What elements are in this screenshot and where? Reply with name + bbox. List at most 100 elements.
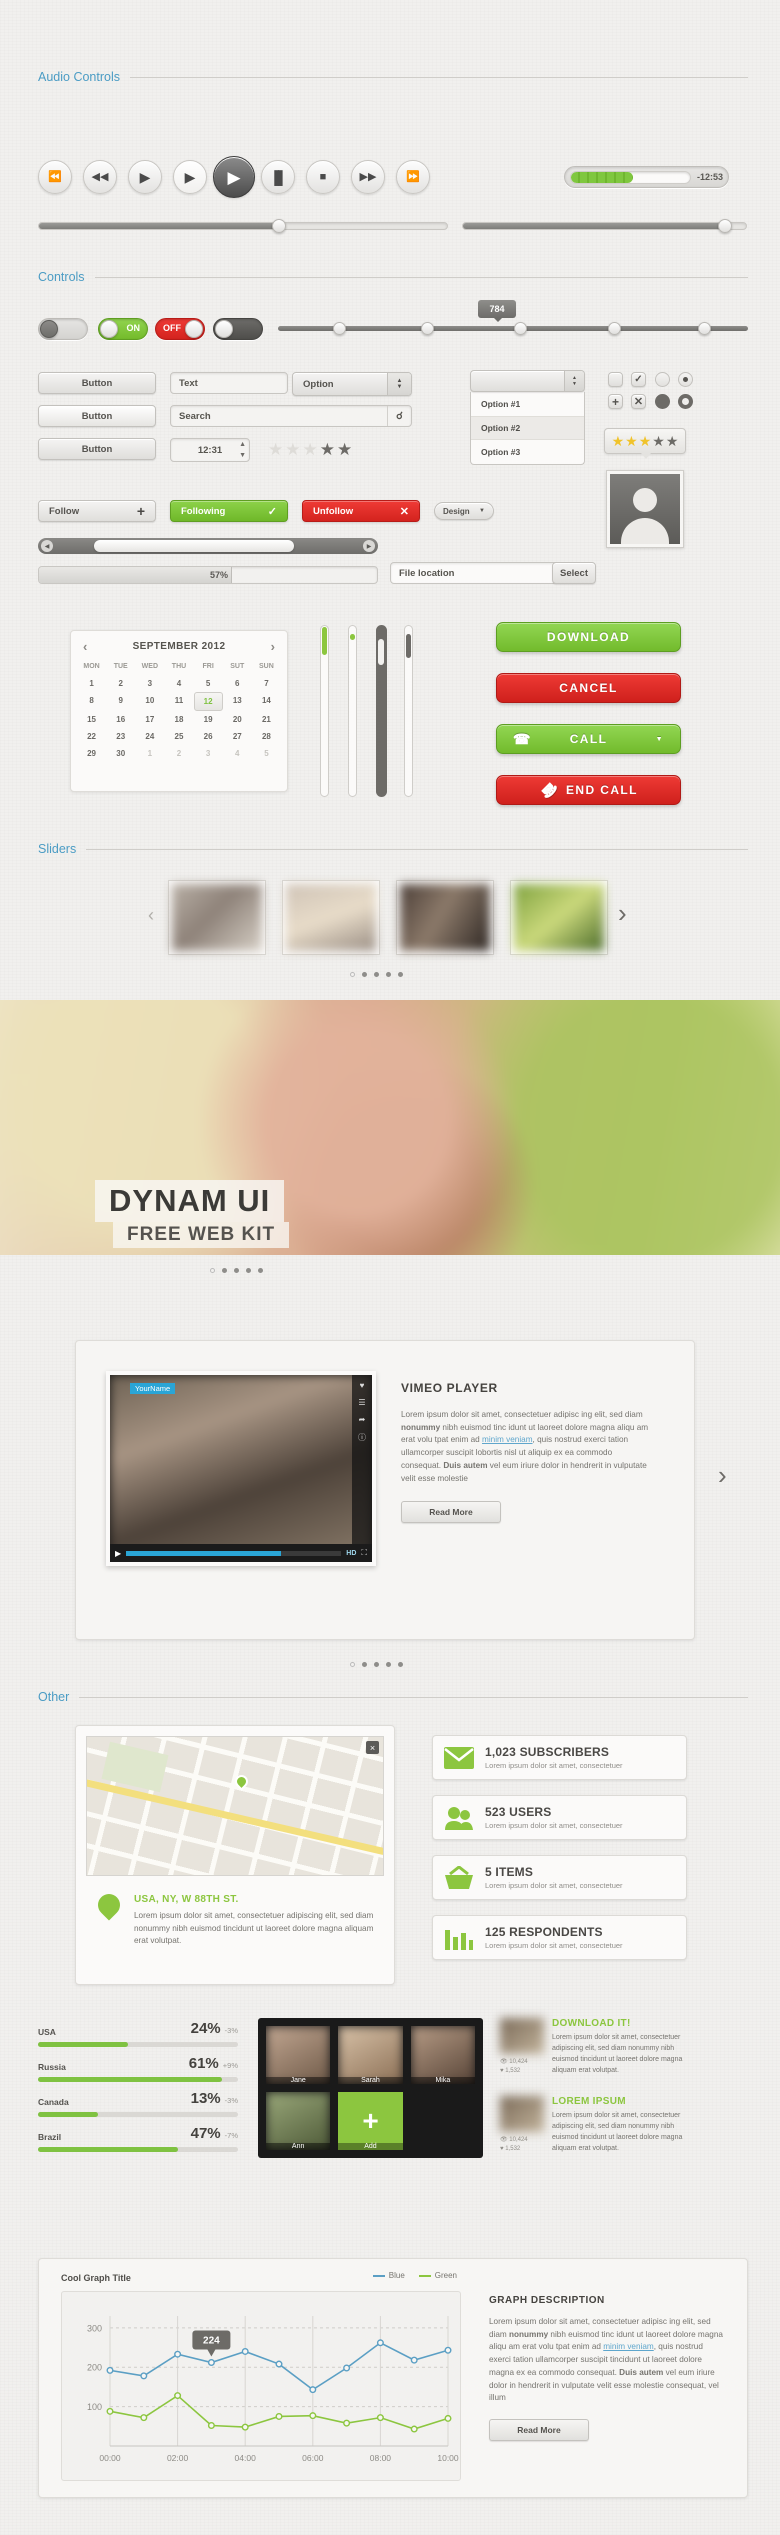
stat-card[interactable]: 5 ITEMS Lorem ipsum dolor sit amet, conse… (432, 1855, 687, 1900)
search-icon[interactable]: ☌ (387, 406, 411, 426)
call-button[interactable]: ☎ CALL ▼ (496, 724, 681, 754)
radio-unchecked[interactable] (655, 372, 670, 387)
checkbox-unchecked[interactable] (608, 372, 623, 387)
hero-dot[interactable] (222, 1268, 227, 1273)
chevron-down-icon[interactable]: ▼ (656, 736, 664, 743)
stat-card[interactable]: 125 RESPONDENTS Lorem ipsum dolor sit ame… (432, 1915, 687, 1960)
star-icon[interactable]: ★ (303, 440, 318, 460)
calendar-day[interactable]: 1 (135, 745, 164, 762)
radio-ring-dark[interactable] (678, 394, 693, 409)
calendar-day[interactable]: 12 (193, 692, 223, 711)
star-icon[interactable]: ★ (337, 440, 352, 460)
calendar-day[interactable]: 25 (164, 728, 193, 745)
calendar-day[interactable]: 4 (223, 745, 252, 762)
star-icon[interactable]: ★ (666, 433, 679, 450)
search-input[interactable]: Search ☌ (170, 405, 412, 427)
star-icon[interactable]: ★ (639, 433, 652, 450)
text-input[interactable]: Text (170, 372, 288, 394)
vimeo-read-more-button[interactable]: Read More (401, 1501, 501, 1524)
video-progress-track[interactable] (126, 1550, 342, 1556)
photo-tile[interactable]: Jane (266, 2026, 331, 2084)
calendar-day[interactable]: 9 (106, 692, 135, 711)
calendar-day[interactable]: 21 (252, 711, 281, 728)
star-icon[interactable]: ★ (652, 433, 665, 450)
scrollbar-thumb[interactable] (94, 540, 294, 552)
info-icon[interactable]: ⓘ (358, 1432, 366, 1443)
star-icon[interactable]: ★ (612, 433, 625, 450)
calendar-day[interactable]: 15 (77, 711, 106, 728)
stat-card[interactable]: 1,023 SUBSCRIBERS Lorem ipsum dolor sit a… (432, 1735, 687, 1780)
calendar-day[interactable]: 1 (77, 675, 106, 692)
calendar-day[interactable]: 20 (223, 711, 252, 728)
carousel-thumb[interactable] (282, 880, 380, 955)
calendar-day[interactable]: 29 (77, 745, 106, 762)
design-dropdown[interactable]: Design ▼ (434, 502, 494, 520)
calendar-day[interactable]: 3 (194, 745, 223, 762)
range-slider-track[interactable] (278, 326, 748, 331)
checkbox-checked[interactable]: ✓ (631, 372, 646, 387)
carousel-dot[interactable] (362, 972, 367, 977)
horizontal-scrollbar[interactable]: ◀ ▶ (38, 538, 378, 554)
vertical-slider-green-small[interactable] (348, 625, 357, 797)
carousel-thumb[interactable] (168, 880, 266, 955)
calendar-day[interactable]: 4 (164, 675, 193, 692)
carousel-dot[interactable] (350, 972, 355, 977)
star-icon[interactable]: ★ (268, 440, 283, 460)
vimeo-dot[interactable] (350, 1662, 355, 1667)
range-knob[interactable] (698, 322, 711, 335)
carousel-next-button[interactable]: › (618, 898, 627, 929)
star-rating-gold-bubble[interactable]: ★ ★ ★ ★ ★ (604, 428, 686, 459)
calendar-day[interactable]: 17 (135, 711, 164, 728)
stepper-down-icon[interactable]: ▼ (239, 452, 246, 459)
calendar-next-button[interactable]: › (271, 639, 275, 654)
button-3[interactable]: Button (38, 438, 156, 460)
vertical-slider-dark[interactable] (376, 625, 387, 797)
carousel-prev-button[interactable]: ‹ (148, 905, 154, 926)
carousel-dot[interactable] (386, 972, 391, 977)
map-image[interactable]: × (86, 1736, 384, 1876)
carousel-dot[interactable] (398, 972, 403, 977)
list-icon[interactable]: ☰ (358, 1398, 365, 1407)
calendar-day[interactable]: 5 (194, 675, 223, 692)
star-icon[interactable]: ★ (285, 440, 300, 460)
dropdown-open[interactable]: ▲ ▼ Option #1 Option #2 Option #3 (470, 370, 585, 465)
following-button[interactable]: Following ✓ (170, 500, 288, 522)
file-select-button[interactable]: Select (552, 562, 596, 584)
heart-icon[interactable]: ♥ (360, 1381, 365, 1390)
hero-dot[interactable] (258, 1268, 263, 1273)
prev-track-button[interactable]: ⏪ (38, 160, 72, 194)
chevron-updown-icon[interactable]: ▲ ▼ (387, 373, 411, 395)
pause-button[interactable]: ▐▌ (261, 160, 295, 194)
toggle-plain[interactable] (38, 318, 88, 340)
carousel-dot[interactable] (374, 972, 379, 977)
video-controlbar[interactable]: ▶ HD ⛶ (110, 1544, 372, 1562)
radio-checked[interactable] (678, 372, 693, 387)
photo-tile[interactable]: Mika (410, 2026, 475, 2084)
graph-read-more-button[interactable]: Read More (489, 2418, 589, 2441)
toggle-knob[interactable] (40, 320, 58, 338)
photo-tile[interactable]: Sarah (338, 2026, 403, 2084)
range-knob[interactable] (421, 322, 434, 335)
calendar-day[interactable]: 2 (164, 745, 193, 762)
vimeo-dot[interactable] (362, 1662, 367, 1667)
map-close-button[interactable]: × (366, 1741, 379, 1754)
vimeo-dot[interactable] (398, 1662, 403, 1667)
calendar-day[interactable]: 3 (135, 675, 164, 692)
star-icon[interactable]: ★ (320, 440, 335, 460)
toggle-on[interactable]: ON (98, 318, 148, 340)
calendar-day[interactable]: 13 (223, 692, 252, 711)
calendar-day[interactable]: 27 (223, 728, 252, 745)
stepper-up-icon[interactable]: ▲ (239, 441, 246, 448)
video-player[interactable]: YourName ♥ ☰ ➦ ⓘ ▶ HD ⛶ (106, 1371, 376, 1566)
calendar-day[interactable]: 30 (106, 745, 135, 762)
promo-thumb[interactable]: 👁 10,424 ♥ 1,532 (500, 2096, 544, 2154)
scroll-left-icon[interactable]: ◀ (41, 540, 53, 552)
stat-card[interactable]: 523 USERS Lorem ipsum dolor sit amet, con… (432, 1795, 687, 1840)
calendar-day[interactable]: 26 (194, 728, 223, 745)
toggle-knob[interactable] (215, 320, 233, 338)
vimeo-next-button[interactable]: › (718, 1460, 727, 1491)
unfollow-button[interactable]: Unfollow ✕ (302, 500, 420, 522)
star-icon[interactable]: ★ (625, 433, 638, 450)
dropdown-trigger[interactable]: ▲ ▼ (470, 370, 585, 392)
audio-progress-slider-2[interactable] (462, 219, 747, 233)
